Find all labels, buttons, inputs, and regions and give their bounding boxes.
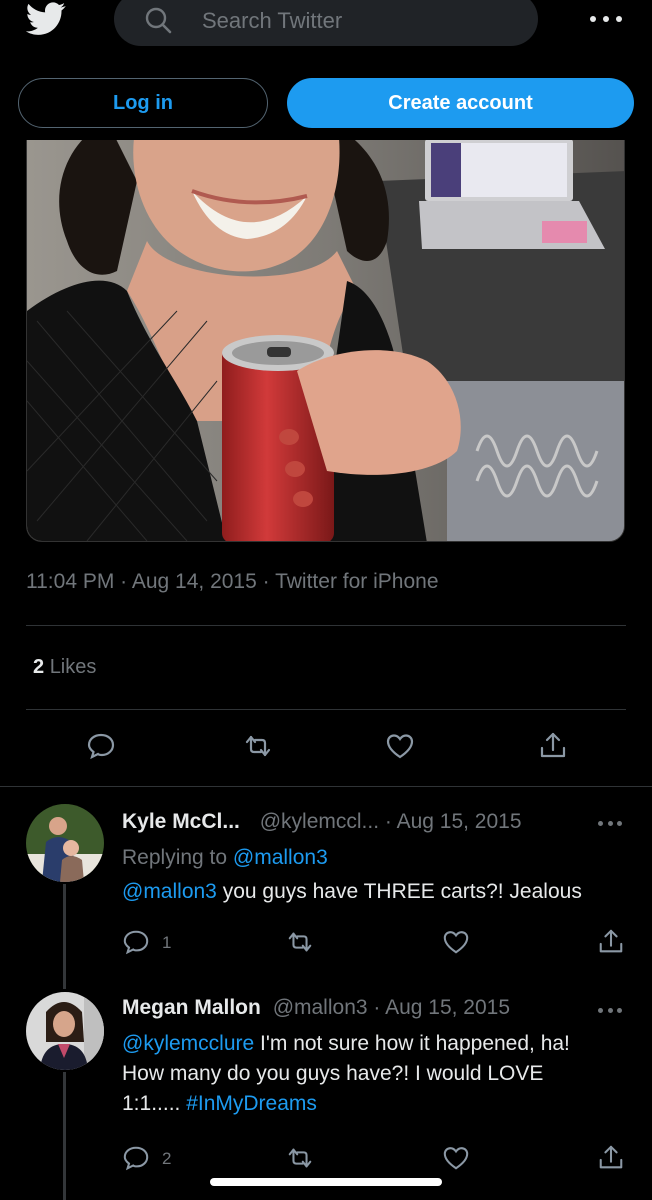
avatar[interactable] — [26, 992, 104, 1070]
retweet-icon[interactable] — [243, 731, 273, 761]
reply-count: 2 — [162, 1149, 172, 1168]
tweet-date[interactable]: Aug 14, 2015 — [132, 570, 257, 593]
reply-icon[interactable] — [122, 1144, 150, 1172]
replying-to-link[interactable]: @mallon3 — [233, 846, 328, 869]
search-input[interactable]: Search Twitter — [114, 0, 538, 46]
reply-header: Megan Mallon @mallon3 · Aug 15, 2015 — [122, 996, 511, 1019]
likes-stat[interactable]: 2 Likes — [33, 656, 96, 679]
thread-line — [63, 884, 66, 989]
retweet-icon[interactable] — [286, 928, 314, 956]
like-icon[interactable] — [442, 928, 470, 956]
reply-text: @mallon3 you guys have THREE carts?! Jea… — [122, 880, 582, 903]
more-icon[interactable] — [590, 4, 622, 34]
share-icon[interactable] — [597, 1144, 625, 1172]
home-indicator[interactable] — [210, 1178, 442, 1186]
tweet-photo[interactable] — [26, 120, 625, 542]
more-icon[interactable] — [598, 1005, 622, 1015]
share-icon[interactable] — [538, 731, 568, 761]
mention-link[interactable]: @kylemcclure — [122, 1032, 254, 1055]
reply-header: Kyle McCl... @kylemccl... · Aug 15, 2015 — [122, 810, 522, 833]
retweet-icon[interactable] — [286, 1144, 314, 1172]
reply-date[interactable]: Aug 15, 2015 — [385, 996, 510, 1019]
more-icon[interactable] — [598, 818, 622, 828]
reply-icon[interactable] — [122, 928, 150, 956]
tweet-time[interactable]: 11:04 PM — [26, 570, 114, 593]
search-icon — [144, 6, 172, 34]
reply-author-name[interactable]: Megan Mallon — [122, 996, 261, 1019]
divider — [26, 709, 626, 710]
create-account-button[interactable]: Create account — [287, 78, 634, 128]
reply-icon[interactable] — [86, 731, 116, 761]
thread-line — [63, 1072, 66, 1200]
like-icon[interactable] — [385, 731, 415, 761]
share-icon[interactable] — [597, 928, 625, 956]
tweet-meta: 11:04 PM · Aug 14, 2015 · Twitter for iP… — [26, 570, 439, 593]
reply-count: 1 — [162, 933, 172, 952]
reply-author-name[interactable]: Kyle McCl... — [122, 810, 240, 833]
twitter-logo-icon[interactable] — [25, 2, 66, 36]
avatar[interactable] — [26, 804, 104, 882]
reply-author-handle[interactable]: @kylemccl... — [260, 810, 379, 833]
hashtag-link[interactable]: #InMyDreams — [186, 1092, 317, 1115]
login-button[interactable]: Log in — [18, 78, 268, 128]
reply-author-handle[interactable]: @mallon3 — [273, 996, 368, 1019]
like-icon[interactable] — [442, 1144, 470, 1172]
search-placeholder: Search Twitter — [202, 8, 343, 33]
reply-date[interactable]: Aug 15, 2015 — [397, 810, 522, 833]
likes-count: 2 — [33, 656, 45, 678]
mention-link[interactable]: @mallon3 — [122, 880, 217, 903]
divider — [0, 786, 652, 787]
tweet-source[interactable]: Twitter for iPhone — [275, 570, 438, 593]
replying-to: Replying to @mallon3 — [122, 846, 328, 869]
top-bar: Search Twitter Log in Create account — [0, 0, 652, 140]
likes-label: Likes — [49, 656, 97, 678]
divider — [26, 625, 626, 626]
reply-text: @kylemcclure I'm not sure how it happene… — [122, 1032, 570, 1115]
